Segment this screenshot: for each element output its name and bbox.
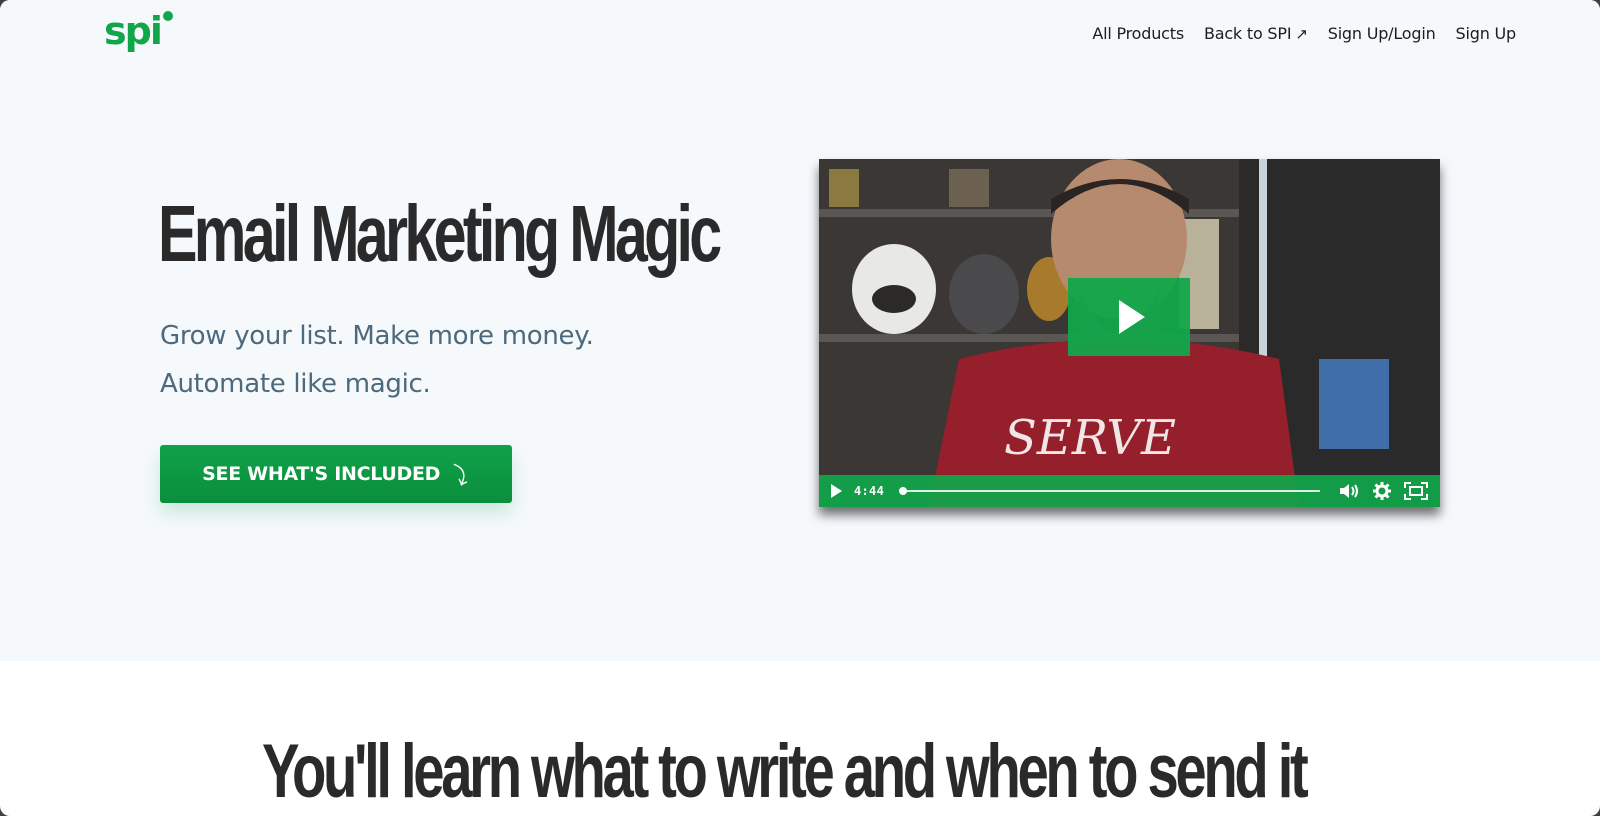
nav-back-to-spi-label: Back to SPI <box>1203 24 1292 43</box>
video-shirt-text: SERVE <box>1004 410 1176 466</box>
spi-logo[interactable]: spi <box>104 6 176 62</box>
cta-label: SEE WHAT'S INCLUDED <box>202 463 441 485</box>
video-duration: 4:44 <box>854 484 885 498</box>
control-play-button[interactable] <box>831 479 842 503</box>
spi-logo-mark: spi <box>104 9 173 53</box>
hero-subtitle-line2: Automate like magic. <box>160 369 431 399</box>
big-play-button[interactable] <box>1068 278 1190 356</box>
top-nav: All Products Back to SPI ↗ Sign Up/Login … <box>1092 24 1516 43</box>
volume-button[interactable] <box>1338 479 1360 503</box>
nav-sign-up[interactable]: Sign Up <box>1456 24 1517 43</box>
play-icon <box>1119 300 1145 334</box>
page-title: Email Marketing Magic <box>158 189 722 278</box>
video-player[interactable]: SERVE 4:44 <box>819 159 1440 507</box>
curved-arrow-down-icon: ⤵ <box>446 460 473 491</box>
nav-sign-up-login[interactable]: Sign Up/Login <box>1328 24 1436 43</box>
nav-all-products[interactable]: All Products <box>1092 24 1184 43</box>
browser-window: spi All Products Back to SPI ↗ Sign Up/Lo… <box>0 0 1600 816</box>
fullscreen-button[interactable] <box>1404 479 1428 503</box>
settings-button[interactable] <box>1372 479 1392 503</box>
hero-subtitle: Grow your list. Make more money. Automat… <box>160 312 720 408</box>
logo-text: spi <box>104 9 161 53</box>
section-heading: You'll learn what to write and when to s… <box>262 729 1309 814</box>
nav-back-to-spi[interactable]: Back to SPI ↗ <box>1204 24 1308 43</box>
hero-section: spi All Products Back to SPI ↗ Sign Up/Lo… <box>0 0 1600 661</box>
fullscreen-icon <box>1404 482 1428 500</box>
video-progress-bar[interactable] <box>899 487 1320 495</box>
progress-knob[interactable] <box>899 487 908 495</box>
arrow-up-right-icon: ↗ <box>1295 25 1308 43</box>
volume-icon <box>1340 484 1358 498</box>
see-whats-included-button[interactable]: SEE WHAT'S INCLUDED ⤵ <box>160 445 512 503</box>
gear-icon <box>1373 482 1391 500</box>
video-controls: 4:44 <box>819 475 1440 507</box>
play-icon <box>831 484 842 498</box>
hero-subtitle-line1: Grow your list. Make more money. <box>160 321 594 351</box>
